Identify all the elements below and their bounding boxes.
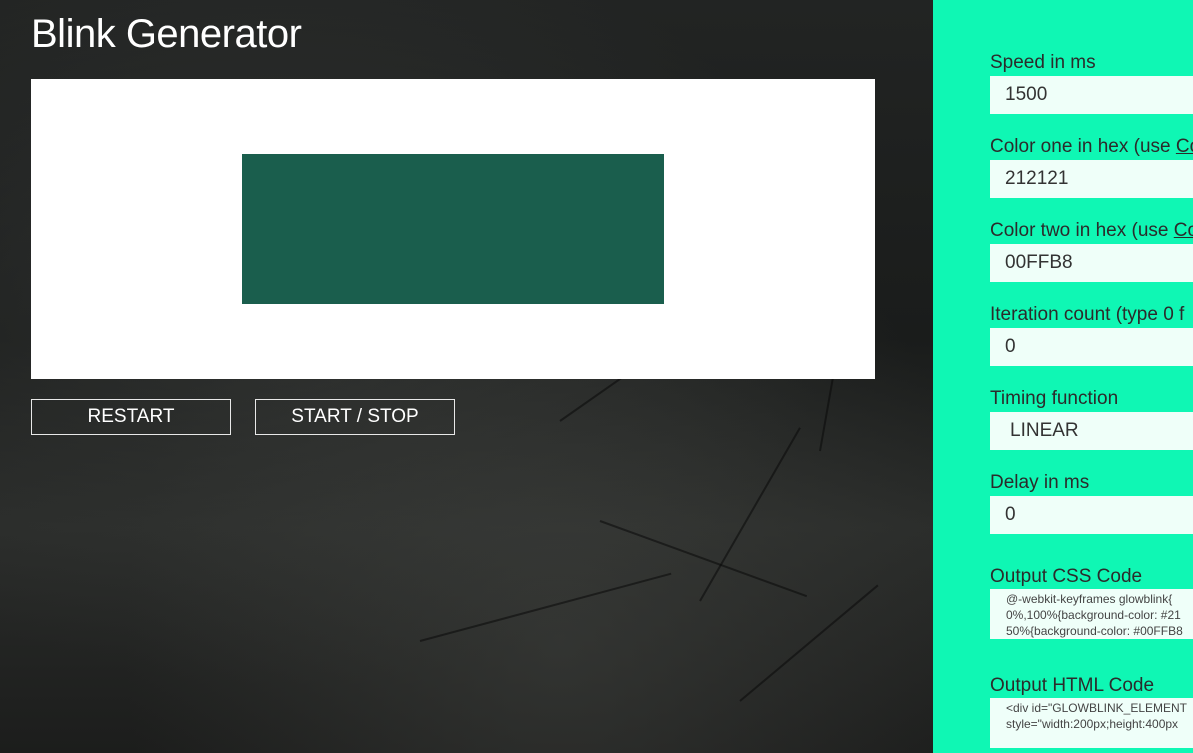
colorpicker-link[interactable]: Co: [1176, 136, 1193, 157]
speed-input[interactable]: [990, 76, 1193, 114]
blink-element: [242, 154, 664, 304]
css-output-label: Output CSS Code: [990, 566, 1143, 587]
branch-decoration: [419, 572, 672, 642]
timing-select[interactable]: LINEAR: [990, 412, 1193, 450]
iteration-input[interactable]: [990, 328, 1193, 366]
code-line: 50%{background-color: #00FFB8: [1006, 624, 1183, 638]
background-photo: Blink Generator RESTART START / STOP: [0, 0, 933, 753]
color-two-input[interactable]: [990, 244, 1193, 282]
code-line: <div id="GLOWBLINK_ELEMENT: [1006, 701, 1187, 715]
html-output-label: Output HTML Code: [990, 675, 1155, 696]
timing-label: Timing function: [990, 388, 1119, 409]
branch-decoration: [599, 520, 808, 598]
start-stop-button[interactable]: START / STOP: [255, 399, 455, 435]
preview-area: [31, 79, 875, 379]
code-line: style="width:200px;height:400px: [1006, 717, 1179, 731]
delay-input[interactable]: [990, 496, 1193, 534]
colorpicker-link[interactable]: Co: [1174, 220, 1193, 241]
color-two-label: Color two in hex (use Co: [990, 220, 1193, 242]
code-line: 0%,100%{background-color: #21: [1006, 608, 1181, 622]
css-output-textarea[interactable]: @-webkit-keyframes glowblink{ 0%,100%{ba…: [990, 589, 1193, 639]
delay-label: Delay in ms: [990, 472, 1090, 493]
timing-select-value: LINEAR: [1010, 420, 1079, 441]
color-one-label: Color one in hex (use Co: [990, 136, 1193, 158]
restart-button[interactable]: RESTART: [31, 399, 231, 435]
html-output-textarea[interactable]: <div id="GLOWBLINK_ELEMENT style="width:…: [990, 698, 1193, 748]
settings-panel: Speed in ms Color one in hex (use Co Col…: [933, 0, 1193, 753]
iteration-label: Iteration count (type 0 f: [990, 304, 1185, 325]
branch-decoration: [739, 584, 879, 702]
color-one-input[interactable]: [990, 160, 1193, 198]
page-title: Blink Generator: [31, 12, 302, 56]
speed-label: Speed in ms: [990, 52, 1096, 73]
code-line: @-webkit-keyframes glowblink{: [1006, 592, 1173, 606]
